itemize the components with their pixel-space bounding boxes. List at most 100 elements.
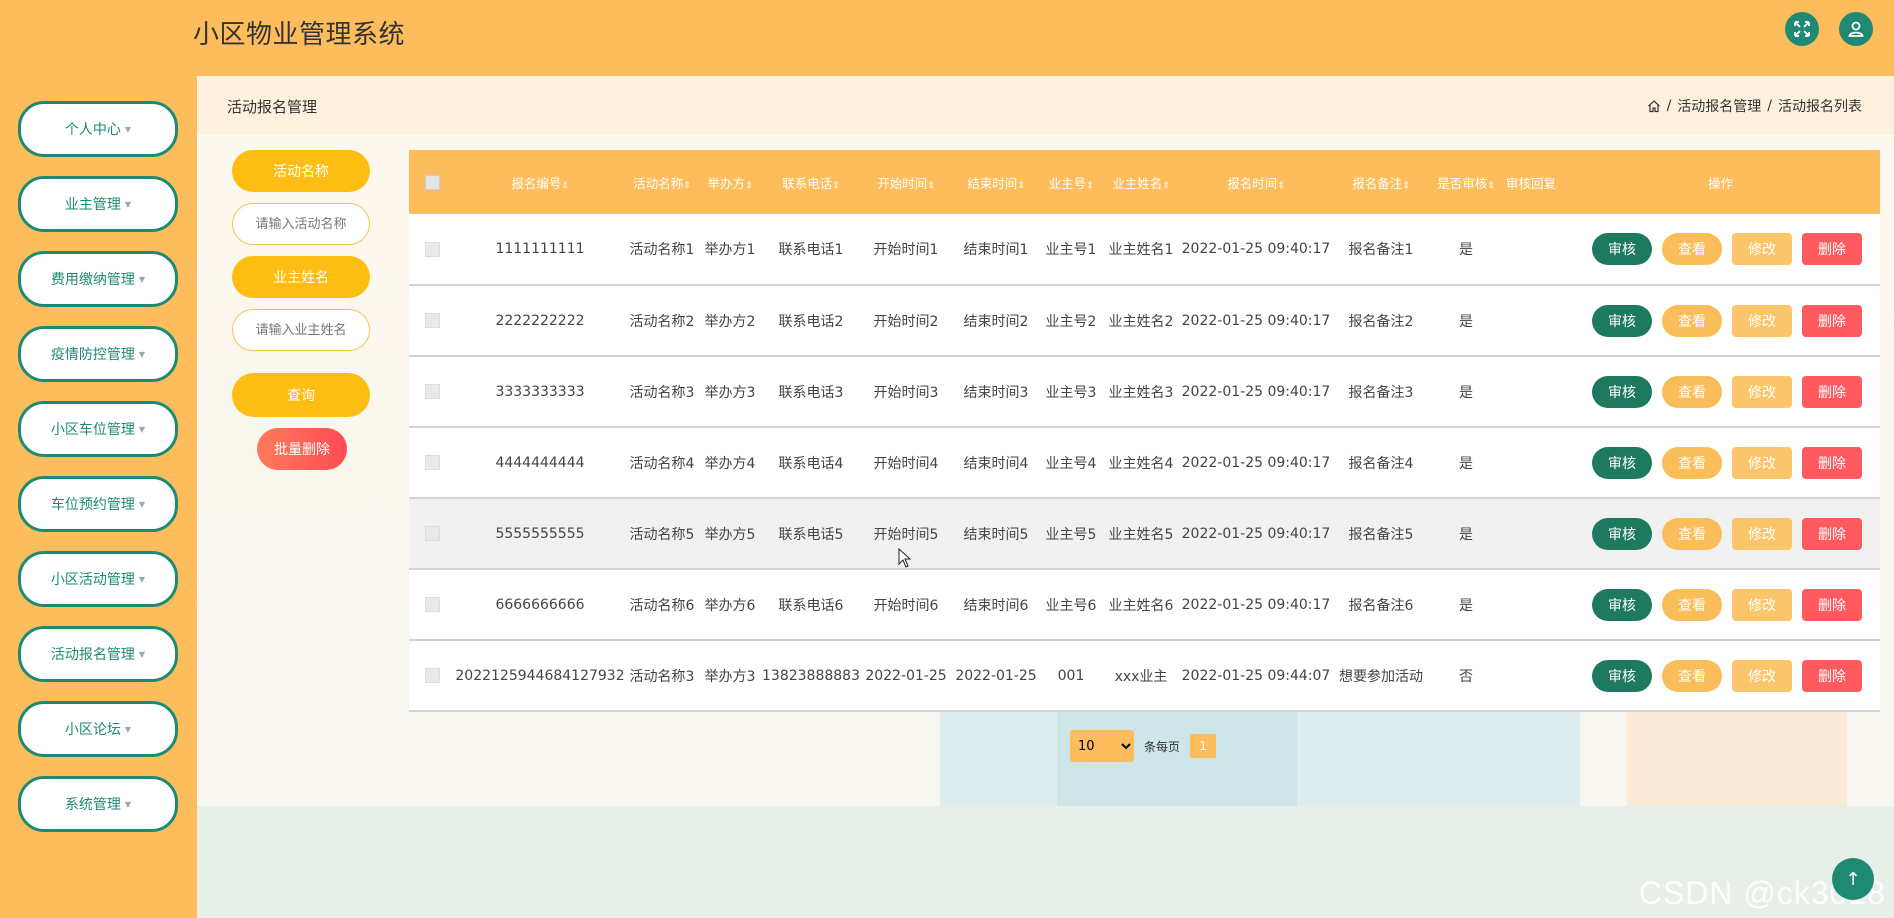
edit-button[interactable]: 修改 [1732, 375, 1792, 408]
table-row[interactable]: 4444444444 活动名称4 举办方4 联系电话4 开始时间4 结束时间4 业主号4 业主… [409, 427, 1880, 498]
table-row[interactable]: 5555555555 活动名称5 举办方5 联系电话5 开始时间5 结束时间5 业主号5 业主… [409, 498, 1880, 569]
delete-button[interactable]: 删除 [1802, 375, 1862, 408]
user-menu-button[interactable] [1839, 12, 1873, 46]
delete-button[interactable]: 删除 [1802, 446, 1862, 479]
audit-button[interactable]: 审核 [1592, 375, 1652, 408]
edit-button[interactable]: 修改 [1732, 446, 1792, 479]
delete-button[interactable]: 删除 [1802, 588, 1862, 621]
column-header[interactable]: 报名时间⇕ [1181, 150, 1331, 214]
table-cell [1501, 427, 1561, 498]
sidebar-item-epidemic[interactable]: 疫情防控管理 ▼ [18, 326, 178, 382]
column-header[interactable]: 是否审核⇕ [1431, 150, 1501, 214]
view-button[interactable]: 查看 [1662, 517, 1722, 550]
row-checkbox[interactable] [424, 241, 440, 257]
table-row[interactable]: 3333333333 活动名称3 举办方3 联系电话3 开始时间3 结束时间3 业主号3 业主… [409, 356, 1880, 427]
row-actions: 审核 查看 修改 删除 [1561, 498, 1880, 569]
sort-icon[interactable]: ⇕ [927, 181, 935, 191]
row-actions: 审核 查看 修改 删除 [1561, 569, 1880, 640]
audit-button[interactable]: 审核 [1592, 446, 1652, 479]
breadcrumb-item[interactable]: 活动报名管理 [1677, 96, 1761, 116]
activity-name-field[interactable] [232, 203, 370, 245]
view-button[interactable]: 查看 [1662, 446, 1722, 479]
sort-icon[interactable]: ⇕ [832, 181, 840, 191]
row-select-cell[interactable] [409, 214, 455, 285]
sort-icon[interactable]: ⇕ [1162, 181, 1170, 191]
sort-icon[interactable]: ⇕ [683, 181, 691, 191]
page-number-button[interactable]: 1 [1190, 734, 1217, 758]
sort-icon[interactable]: ⇕ [745, 181, 753, 191]
sidebar-item-owners[interactable]: 业主管理 ▼ [18, 176, 178, 232]
select-all-checkbox[interactable] [424, 175, 440, 190]
page-size-select[interactable]: 10 [1070, 730, 1134, 762]
row-checkbox[interactable] [424, 455, 440, 470]
table-cell: 结束时间2 [963, 313, 1029, 330]
fullscreen-button[interactable] [1785, 12, 1819, 46]
activity-name-input[interactable] [246, 216, 356, 232]
audit-button[interactable]: 审核 [1592, 517, 1652, 550]
view-button[interactable]: 查看 [1662, 233, 1722, 265]
sidebar-item-parking-reservation[interactable]: 车位预约管理 ▼ [18, 476, 178, 532]
column-header[interactable]: 业主号⇕ [1041, 150, 1101, 214]
column-header[interactable]: 活动名称⇕ [625, 150, 699, 214]
column-header[interactable]: 结束时间⇕ [951, 150, 1041, 214]
column-header[interactable]: 报名备注⇕ [1331, 150, 1431, 214]
audit-button[interactable]: 审核 [1592, 659, 1652, 692]
table-row[interactable]: 2022125944684127932 活动名称3 举办方3 13823888883 2… [409, 640, 1880, 711]
sort-icon[interactable]: ⇕ [1086, 181, 1094, 191]
column-header[interactable]: 开始时间⇕ [861, 150, 951, 214]
view-button[interactable]: 查看 [1662, 304, 1722, 337]
sidebar-item-fees[interactable]: 费用缴纳管理 ▼ [18, 251, 178, 307]
row-select-cell[interactable] [409, 498, 455, 569]
column-header[interactable]: 举办方⇕ [699, 150, 761, 214]
home-icon[interactable] [1647, 99, 1661, 113]
column-header[interactable]: 报名编号⇕ [455, 150, 625, 214]
row-checkbox[interactable] [424, 668, 440, 683]
edit-button[interactable]: 修改 [1732, 233, 1792, 265]
row-select-cell[interactable] [409, 640, 455, 711]
audit-button[interactable]: 审核 [1592, 304, 1652, 337]
edit-button[interactable]: 修改 [1732, 659, 1792, 692]
sort-icon[interactable]: ⇕ [1017, 181, 1025, 191]
delete-button[interactable]: 删除 [1802, 233, 1862, 265]
edit-button[interactable]: 修改 [1732, 517, 1792, 550]
edit-button[interactable]: 修改 [1732, 588, 1792, 621]
owner-name-input[interactable] [246, 322, 356, 338]
delete-button[interactable]: 删除 [1802, 659, 1862, 692]
view-button[interactable]: 查看 [1662, 375, 1722, 408]
sort-icon[interactable]: ⇕ [1487, 181, 1495, 191]
row-checkbox[interactable] [424, 526, 440, 541]
row-select-cell[interactable] [409, 356, 455, 427]
sidebar-item-profile[interactable]: 个人中心 ▼ [18, 101, 178, 157]
sidebar-item-system[interactable]: 系统管理 ▼ [18, 776, 178, 832]
delete-button[interactable]: 删除 [1802, 517, 1862, 550]
sidebar-item-activities[interactable]: 小区活动管理 ▼ [18, 551, 178, 607]
owner-name-field[interactable] [232, 309, 370, 351]
row-checkbox[interactable] [424, 597, 440, 612]
select-all-cell[interactable] [409, 150, 455, 214]
view-button[interactable]: 查看 [1662, 659, 1722, 692]
sort-icon[interactable]: ⇕ [1402, 181, 1410, 191]
sidebar-item-forum[interactable]: 小区论坛 ▼ [18, 701, 178, 757]
edit-button[interactable]: 修改 [1732, 304, 1792, 337]
column-header[interactable]: 联系电话⇕ [761, 150, 861, 214]
table-row[interactable]: 2222222222 活动名称2 举办方2 联系电话2 开始时间2 结束时间2 业主号2 业主… [409, 285, 1880, 356]
back-to-top-button[interactable]: ↑ [1832, 858, 1874, 900]
row-checkbox[interactable] [424, 384, 440, 399]
audit-button[interactable]: 审核 [1592, 588, 1652, 621]
delete-button[interactable]: 删除 [1802, 304, 1862, 337]
column-header[interactable]: 业主姓名⇕ [1101, 150, 1181, 214]
row-select-cell[interactable] [409, 569, 455, 640]
batch-delete-button[interactable]: 批量删除 [257, 428, 347, 470]
row-checkbox[interactable] [424, 313, 440, 328]
sidebar-item-parking[interactable]: 小区车位管理 ▼ [18, 401, 178, 457]
table-row[interactable]: 6666666666 活动名称6 举办方6 联系电话6 开始时间6 结束时间6 业主号6 业主… [409, 569, 1880, 640]
audit-button[interactable]: 审核 [1592, 233, 1652, 265]
row-select-cell[interactable] [409, 427, 455, 498]
view-button[interactable]: 查看 [1662, 588, 1722, 621]
sidebar-item-activity-signup[interactable]: 活动报名管理 ▼ [18, 626, 178, 682]
query-button[interactable]: 查询 [232, 373, 370, 417]
table-row[interactable]: 1111111111 活动名称1 举办方1 联系电话1 开始时间1 结束时间1 业主号1 业主… [409, 214, 1880, 285]
row-select-cell[interactable] [409, 285, 455, 356]
sort-icon[interactable]: ⇕ [561, 181, 569, 191]
sort-icon[interactable]: ⇕ [1277, 181, 1285, 191]
